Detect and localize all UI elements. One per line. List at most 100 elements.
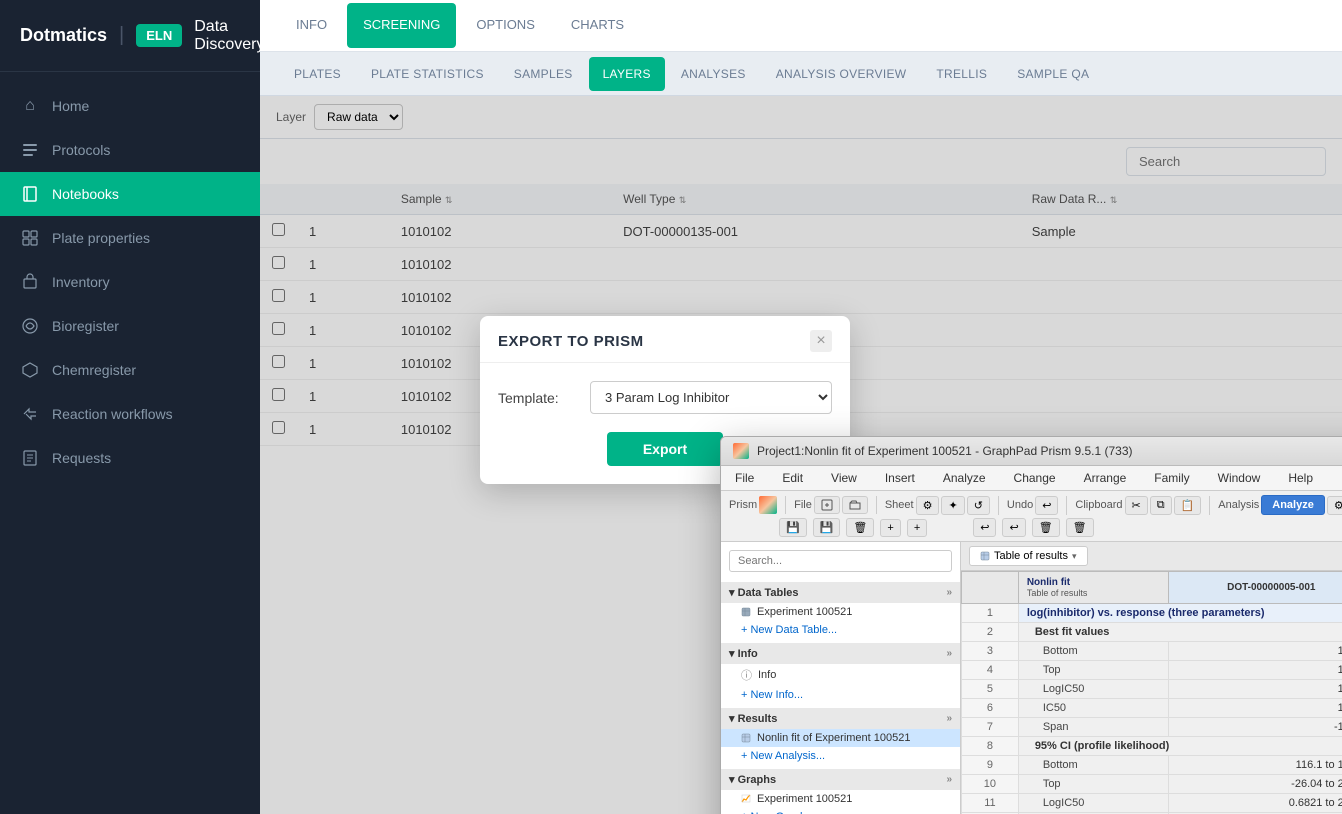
prism-toolbars: Prism File — [721, 491, 1342, 542]
sidebar-item-bioregister[interactable]: Bioregister — [0, 304, 260, 348]
subtab-trellis[interactable]: TRELLIS — [922, 57, 1001, 91]
toolbar-btn-cut[interactable]: ✂ — [1125, 496, 1148, 515]
sidebar-item-chemregister[interactable]: Chemregister — [0, 348, 260, 392]
modal-close-button[interactable]: × — [810, 330, 832, 352]
tab-info[interactable]: INFO — [280, 3, 343, 48]
toolbar-btn-delete[interactable]: 🗑 — [846, 518, 874, 537]
subtab-layers[interactable]: LAYERS — [589, 57, 665, 91]
toolbar-btn-add-row[interactable]: + — [880, 519, 900, 537]
row-num: 4 — [962, 661, 1019, 680]
tree-item-label: Info — [758, 669, 776, 681]
template-row: Template: 3 Param Log Inhibitor 4 Param … — [498, 381, 832, 414]
subtab-plates[interactable]: PLATES — [280, 57, 355, 91]
toolbar-btn-paste[interactable]: 📋 — [1174, 496, 1202, 515]
subtab-analyses[interactable]: ANALYSES — [667, 57, 760, 91]
sidebar-item-protocols[interactable]: Protocols — [0, 128, 260, 172]
toolbar-btn-del3[interactable]: 🗑 — [1066, 518, 1094, 537]
toolbar-btn-new[interactable] — [814, 496, 840, 514]
prism-content-tab-results[interactable]: Table of results ▾ — [969, 546, 1088, 566]
sidebar-item-reaction-workflows[interactable]: Reaction workflows — [0, 392, 260, 436]
prism-tree-add-graph[interactable]: + New Graph... — [721, 808, 960, 814]
prism-tree-add-analysis[interactable]: + New Analysis... — [721, 747, 960, 765]
toolbar-btn-undo3[interactable]: ↩ — [1002, 518, 1025, 537]
tab-options[interactable]: OPTIONS — [460, 3, 551, 48]
sidebar-item-requests[interactable]: Requests — [0, 436, 260, 480]
prism-tree-item-nonlin-fit[interactable]: Nonlin fit of Experiment 100521 — [721, 729, 960, 747]
toolbar-btn-del2[interactable]: 🗑 — [1032, 518, 1060, 537]
toolbar-btn-sheet2[interactable]: ✦ — [941, 496, 964, 515]
tab-charts[interactable]: CHARTS — [555, 3, 640, 48]
prism-toolbar-row-1: Prism File — [729, 495, 1342, 515]
module-badge[interactable]: ELN — [136, 24, 182, 47]
prism-tree-header-results[interactable]: ▾ Results » — [721, 708, 960, 729]
sidebar-item-inventory[interactable]: Inventory — [0, 260, 260, 304]
menu-change[interactable]: Change — [1008, 468, 1062, 488]
notebooks-icon — [20, 184, 40, 204]
prism-tree-add-info[interactable]: + New Info... — [721, 686, 960, 704]
menu-view[interactable]: View — [825, 468, 863, 488]
toolbar-btn-analyze[interactable]: Analyze — [1261, 495, 1325, 515]
tree-item-label: Experiment 100521 — [757, 606, 852, 618]
menu-help[interactable]: Help — [1282, 468, 1319, 488]
prism-table-row: 2 Best fit values — [962, 623, 1342, 642]
prism-tree-item-info[interactable]: ⓘ Info — [721, 664, 960, 686]
prism-tree-header-graphs[interactable]: ▾ Graphs » — [721, 769, 960, 790]
prism-table-row: 11 LogIC50 0.6821 to 2.246 2.871 to 3.91… — [962, 794, 1342, 813]
menu-analyze[interactable]: Analyze — [937, 468, 992, 488]
toolbar-btn-sheet3[interactable]: ↺ — [967, 496, 990, 515]
toolbar-btn-copy[interactable]: ⧉ — [1150, 496, 1172, 515]
tab-screening[interactable]: SCREENING — [347, 3, 456, 48]
menu-file[interactable]: File — [729, 468, 760, 488]
tab-dropdown-arrow[interactable]: ▾ — [1072, 551, 1077, 562]
sidebar-item-home[interactable]: ⌂ Home — [0, 84, 260, 128]
prism-tree-header-info[interactable]: ▾ Info » — [721, 643, 960, 664]
toolbar-btn-sheet[interactable]: ⚙ — [916, 496, 940, 515]
prism-tree-header-data-tables[interactable]: ▾ Data Tables » — [721, 582, 960, 603]
main-content: INFO SCREENING OPTIONS CHARTS PLATES PLA… — [260, 0, 1342, 814]
menu-edit[interactable]: Edit — [776, 468, 809, 488]
sidebar-item-notebooks[interactable]: Notebooks — [0, 172, 260, 216]
menu-window[interactable]: Window — [1212, 468, 1267, 488]
toolbar-btn-open[interactable] — [842, 496, 868, 514]
row-value-a-logic50-ci: 0.6821 to 2.246 — [1169, 794, 1342, 813]
toolbar-btn-save2[interactable]: 💾 — [813, 518, 841, 537]
toolbar-btn-undo[interactable]: ↩ — [1035, 496, 1058, 515]
prism-table-row: 6 IC50 19.04 2591 — [962, 699, 1342, 718]
menu-arrange[interactable]: Arrange — [1078, 468, 1133, 488]
row-num: 8 — [962, 737, 1019, 756]
prism-search-input[interactable] — [729, 550, 952, 572]
row-num: 6 — [962, 699, 1019, 718]
toolbar-btn-add-col[interactable]: + — [907, 519, 927, 537]
subtab-analysis-overview[interactable]: ANALYSIS OVERVIEW — [762, 57, 921, 91]
template-select[interactable]: 3 Param Log Inhibitor 4 Param Log Inhibi… — [590, 381, 832, 414]
subtab-sample-qa[interactable]: SAMPLE QA — [1003, 57, 1103, 91]
sidebar-item-label: Bioregister — [52, 318, 119, 334]
sidebar-item-plate-properties[interactable]: Plate properties — [0, 216, 260, 260]
prism-col-header-row — [962, 572, 1019, 604]
prism-results-table: Nonlin fit Table of results DOT-00000005… — [961, 571, 1342, 814]
prism-tree-add-data-table[interactable]: + New Data Table... — [721, 621, 960, 639]
protocols-icon — [20, 140, 40, 160]
prism-table-header-row: Nonlin fit Table of results DOT-00000005… — [962, 572, 1342, 604]
prism-tree-item-experiment[interactable]: Experiment 100521 — [721, 603, 960, 621]
prism-tree-item-graph[interactable]: Experiment 100521 — [721, 790, 960, 808]
toolbar-btn-analysis-settings[interactable]: ⚙ — [1327, 496, 1342, 515]
plate-icon — [20, 228, 40, 248]
prism-tool-group-file: File — [794, 496, 877, 514]
toolbar-btn-undo2[interactable]: ↩ — [973, 518, 996, 537]
row-num: 10 — [962, 775, 1019, 794]
prism-table-row: 8 95% CI (profile likelihood) — [962, 737, 1342, 756]
prism-logo-icon — [759, 496, 777, 514]
subtab-samples[interactable]: SAMPLES — [500, 57, 587, 91]
toolbar-btn-save[interactable]: 💾 — [779, 518, 807, 537]
inventory-icon — [20, 272, 40, 292]
export-button[interactable]: Export — [607, 432, 723, 466]
prism-table-row: 1 log(inhibitor) vs. response (three par… — [962, 604, 1342, 623]
prism-tree-results: ▾ Results » Nonlin fit of Experiment 100… — [721, 706, 960, 767]
menu-family[interactable]: Family — [1148, 468, 1195, 488]
menu-insert[interactable]: Insert — [879, 468, 921, 488]
row-num: 1 — [962, 604, 1019, 623]
tree-section-label: ▾ Info — [729, 647, 758, 660]
subtab-plate-statistics[interactable]: PLATE STATISTICS — [357, 57, 498, 91]
sidebar: Dotmatics | ELN Data Discovery ⌂ Home Pr… — [0, 0, 260, 814]
